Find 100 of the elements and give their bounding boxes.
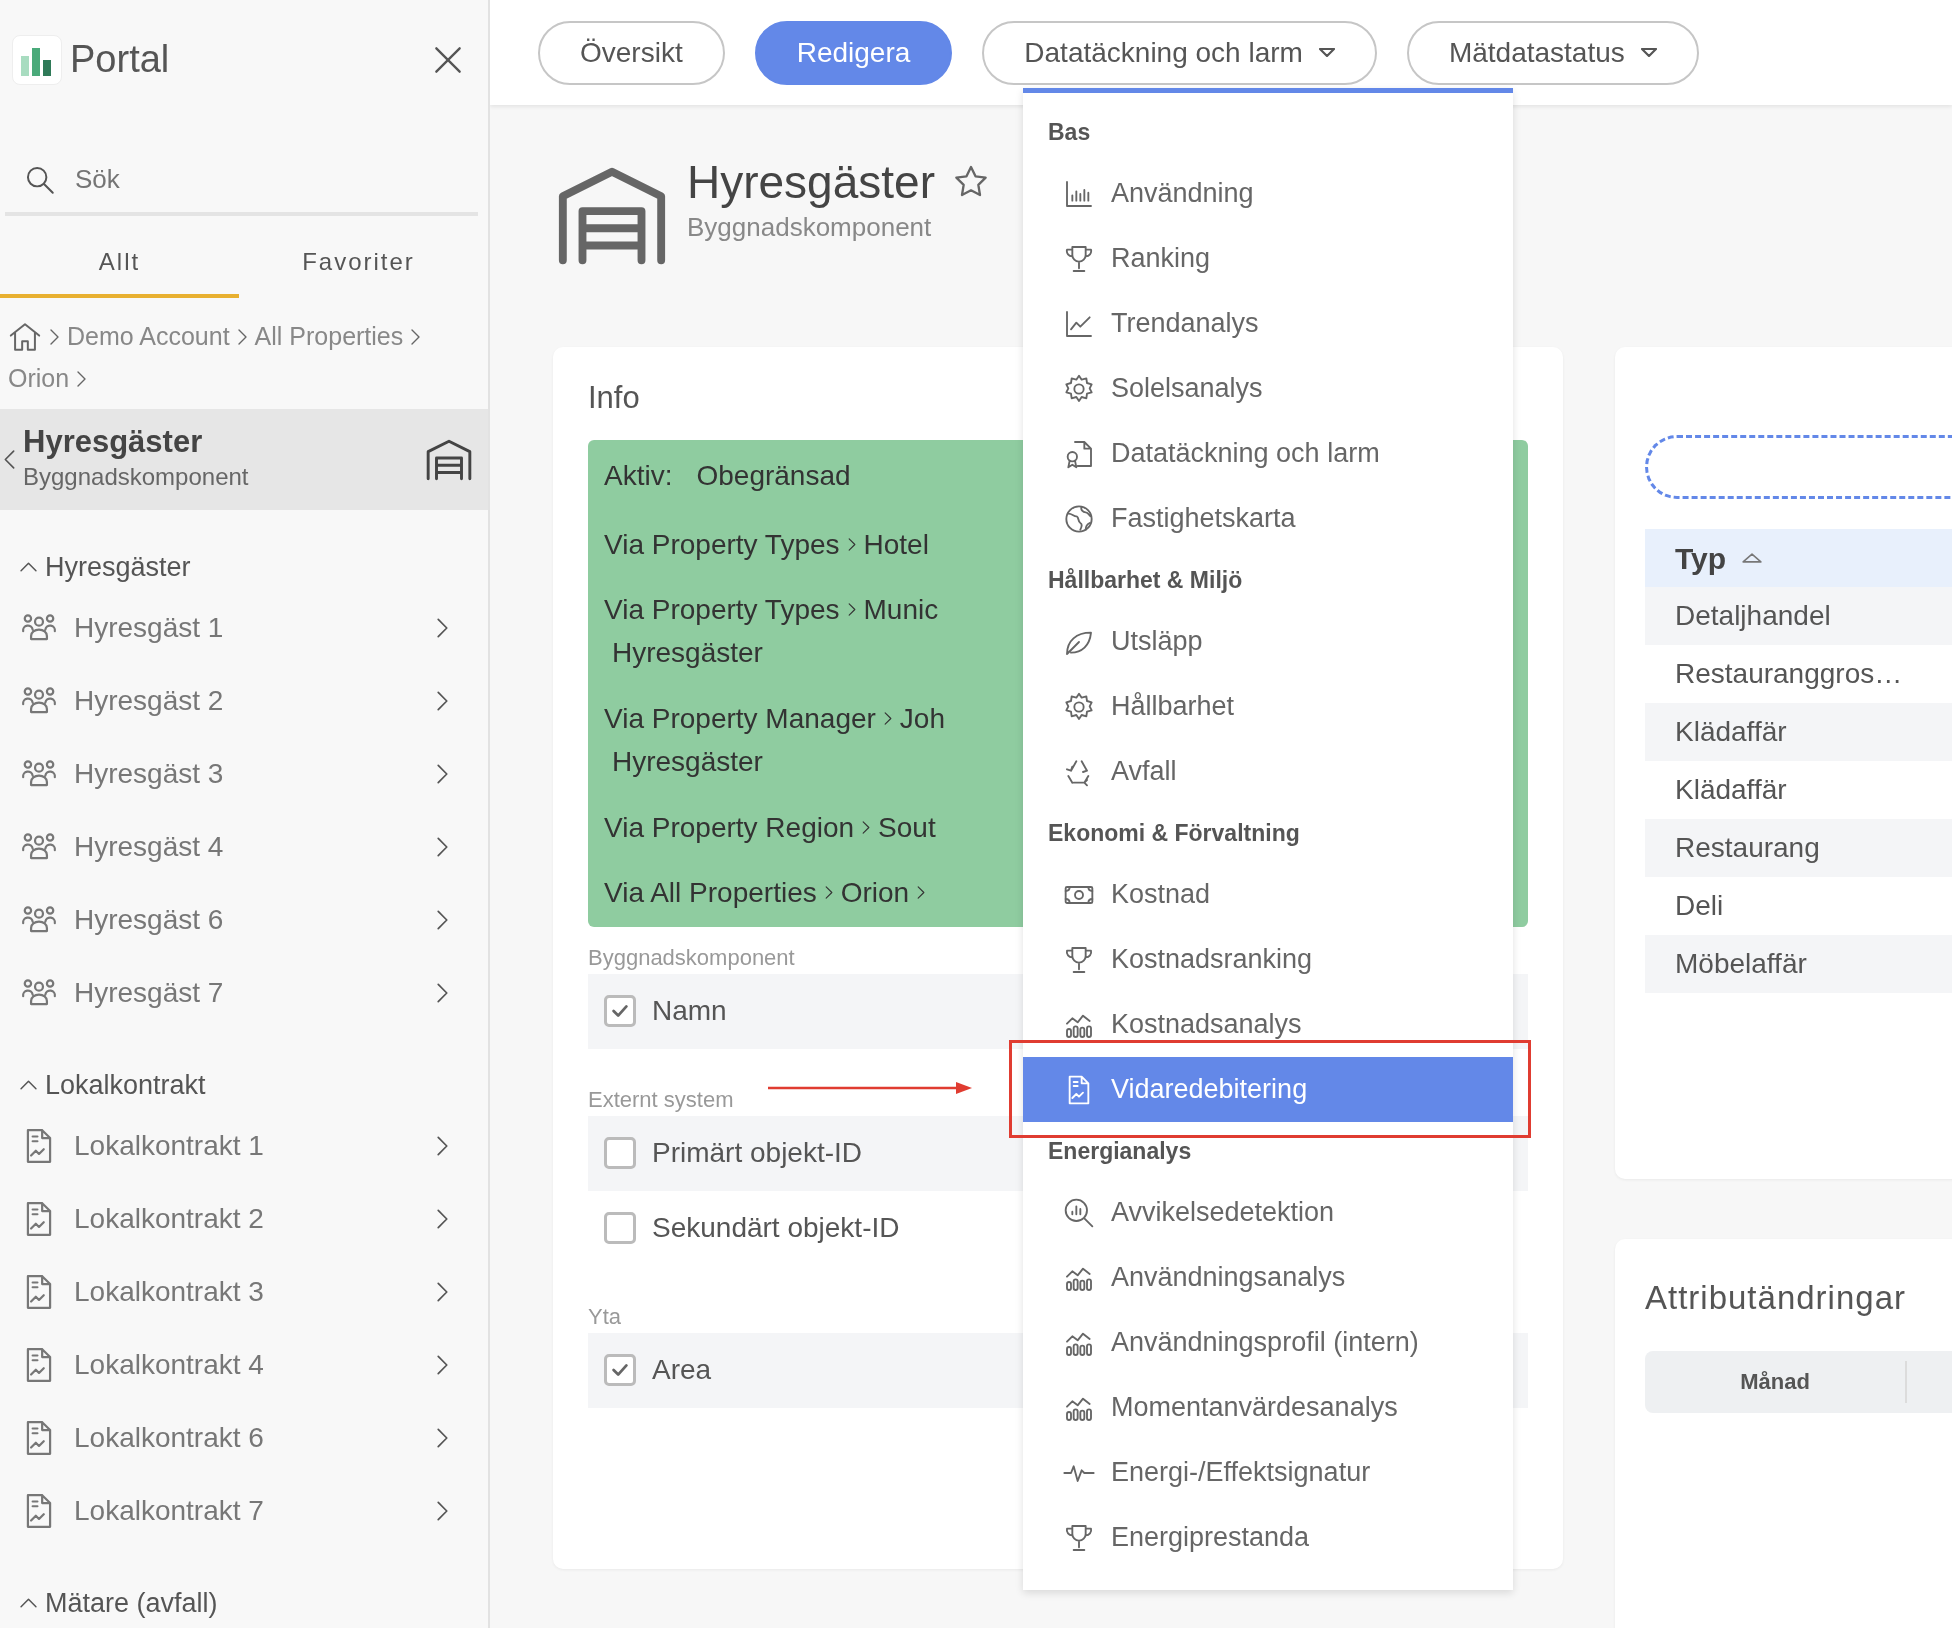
sidebar-item[interactable]: Lokalkontrakt 4	[20, 1329, 488, 1402]
current-item-subtitle: Byggnadskomponent	[23, 461, 250, 492]
caret-icon	[1640, 48, 1657, 57]
menu-item[interactable]: Energi-/Effektsignatur	[1023, 1440, 1513, 1505]
menu-item[interactable]: Kostnad	[1023, 862, 1513, 927]
path-target: Sout	[878, 810, 936, 845]
chevron-right-icon	[437, 837, 448, 858]
sidebar-item[interactable]: Lokalkontrakt 6	[20, 1402, 488, 1475]
page-title: Hyresgäster	[687, 157, 935, 208]
section-label: Yta	[588, 1302, 622, 1331]
path-sub-label: Hyresgäster	[611, 635, 763, 670]
section-label: Byggnadskomponent	[588, 943, 795, 972]
chevron-right-icon	[437, 1501, 448, 1522]
table-cell-text: Deli	[1675, 889, 1724, 923]
checkbox[interactable]	[604, 995, 636, 1027]
dropdown-button[interactable]: Datatäckning och larm	[982, 20, 1377, 85]
field-label: Sekundärt objekt-ID	[652, 1211, 900, 1245]
chevron-right-icon	[917, 886, 926, 899]
breadcrumb-link[interactable]: All Properties	[254, 318, 404, 356]
menu-item[interactable]: Kostnadsranking	[1023, 927, 1513, 992]
dropdown-button[interactable]: Mätdatastatus	[1406, 20, 1699, 85]
path-label: Via Property Types	[604, 527, 840, 562]
sidebar-item[interactable]: Hyresgäst 2	[20, 665, 488, 738]
field-label: Primärt objekt-ID	[652, 1136, 863, 1170]
menu-item[interactable]: Utsläpp	[1023, 609, 1513, 674]
table-cell-text: Detaljhandel	[1675, 599, 1831, 633]
path-sub-label: Hyresgäster	[611, 744, 763, 779]
card-title: Attributändringar	[1645, 1278, 1907, 1318]
checkbox[interactable]	[604, 1354, 636, 1386]
chevron-right-icon	[437, 983, 448, 1004]
menu-item[interactable]: Avvikelsedetektion	[1023, 1180, 1513, 1245]
menu-item[interactable]: Fastighetskarta	[1023, 486, 1513, 551]
path-target: Hotel	[863, 527, 929, 562]
menu-item[interactable]: Användningsprofil (intern)	[1023, 1310, 1513, 1375]
page-subtitle: Byggnadskomponent	[687, 210, 933, 244]
menu-item[interactable]: Ranking	[1023, 226, 1513, 291]
sidebar-item[interactable]: Hyresgäst 1	[20, 592, 488, 665]
chevron-right-icon	[862, 821, 871, 834]
menu-item[interactable]: Avfall	[1023, 739, 1513, 804]
sidebar-item[interactable]: Lokalkontrakt 3	[20, 1256, 488, 1329]
tab-button[interactable]: Redigera	[754, 20, 953, 85]
breadcrumb-link[interactable]: Demo Account	[67, 318, 230, 356]
sidebar-item[interactable]: Lokalkontrakt 2	[20, 1183, 488, 1256]
gear-icon	[1063, 372, 1095, 405]
chevron-right-icon	[437, 1355, 448, 1376]
sidebar-item[interactable]: Hyresgäst 7	[20, 957, 488, 1030]
menu-section-title: Energianalys	[1047, 1136, 1193, 1166]
field-label: Namn	[652, 994, 727, 1028]
chevron-right-icon	[437, 618, 448, 639]
menu-section-title: Bas	[1047, 117, 1092, 147]
menu-item[interactable]: Datatäckning och larm	[1023, 421, 1513, 486]
menu-item[interactable]: Trendanalys	[1023, 291, 1513, 356]
column-header[interactable]: Typ	[1675, 535, 1727, 581]
search-field[interactable]: Sök	[73, 159, 433, 201]
menu-item[interactable]: Kostnadsanalys	[1023, 992, 1513, 1057]
group-header[interactable]: Hyresgäster	[20, 542, 488, 592]
chevron-right-icon	[437, 1282, 448, 1303]
sidebar-tab[interactable]: Allt	[0, 228, 239, 299]
globe-icon	[1063, 502, 1095, 535]
checkbox[interactable]	[604, 1137, 636, 1169]
current-item-title: Hyresgäster	[23, 424, 204, 459]
path-label: Via Property Manager	[604, 701, 876, 736]
sidebar-item[interactable]: Hyresgäst 6	[20, 884, 488, 957]
chevron-right-icon	[411, 329, 421, 346]
chevron-up-icon	[20, 562, 37, 572]
menu-item[interactable]: Användningsanalys	[1023, 1245, 1513, 1310]
portal-logo	[12, 34, 62, 85]
menu-item[interactable]: Vidaredebitering	[1023, 1057, 1513, 1122]
chevron-right-icon	[437, 691, 448, 712]
path-target: Orion	[840, 875, 910, 910]
chevron-right-icon	[50, 329, 59, 346]
menu-section-title: Ekonomi & Förvaltning	[1047, 818, 1301, 848]
table-cell-text: Klädaffär	[1675, 773, 1787, 807]
chevron-right-icon	[824, 886, 833, 899]
group-header[interactable]: Lokalkontrakt	[20, 1060, 488, 1110]
menu-item[interactable]: Användning	[1023, 161, 1513, 226]
menu-section-title: Hållbarhet & Miljö	[1047, 565, 1244, 595]
sidebar-item[interactable]: Lokalkontrakt 1	[20, 1110, 488, 1183]
chevron-right-icon	[847, 603, 856, 616]
active-value: Obegränsad	[696, 458, 851, 493]
checkbox[interactable]	[604, 1212, 636, 1244]
menu-item[interactable]: Energiprestanda	[1023, 1505, 1513, 1570]
menu-item[interactable]: Momentanvärdesanalys	[1023, 1375, 1513, 1440]
sidebar-item[interactable]: Hyresgäst 4	[20, 811, 488, 884]
group-title: Hyresgäster	[45, 550, 191, 584]
sidebar-tab[interactable]: Favoriter	[239, 228, 478, 299]
gear-icon	[1063, 690, 1095, 723]
tab-button[interactable]: Översikt	[538, 20, 725, 85]
app-name: Portal	[70, 37, 171, 83]
sidebar-item[interactable]: Hyresgäst 3	[20, 738, 488, 811]
chevron-right-icon	[77, 370, 87, 387]
menu-item[interactable]: Hållbarhet	[1023, 674, 1513, 739]
group-header[interactable]: Mätare (avfall)	[20, 1578, 488, 1628]
breadcrumb-link[interactable]: Orion	[8, 359, 70, 398]
column-header[interactable]: Månad	[1740, 1365, 1810, 1398]
sidebar-item[interactable]: Lokalkontrakt 7	[20, 1475, 488, 1548]
path-target: Joh	[899, 701, 945, 736]
active-label: Aktiv:	[604, 458, 673, 493]
current-item-panel[interactable]: Hyresgäster Byggnadskomponent	[0, 409, 488, 510]
menu-item[interactable]: Solelsanalys	[1023, 356, 1513, 421]
